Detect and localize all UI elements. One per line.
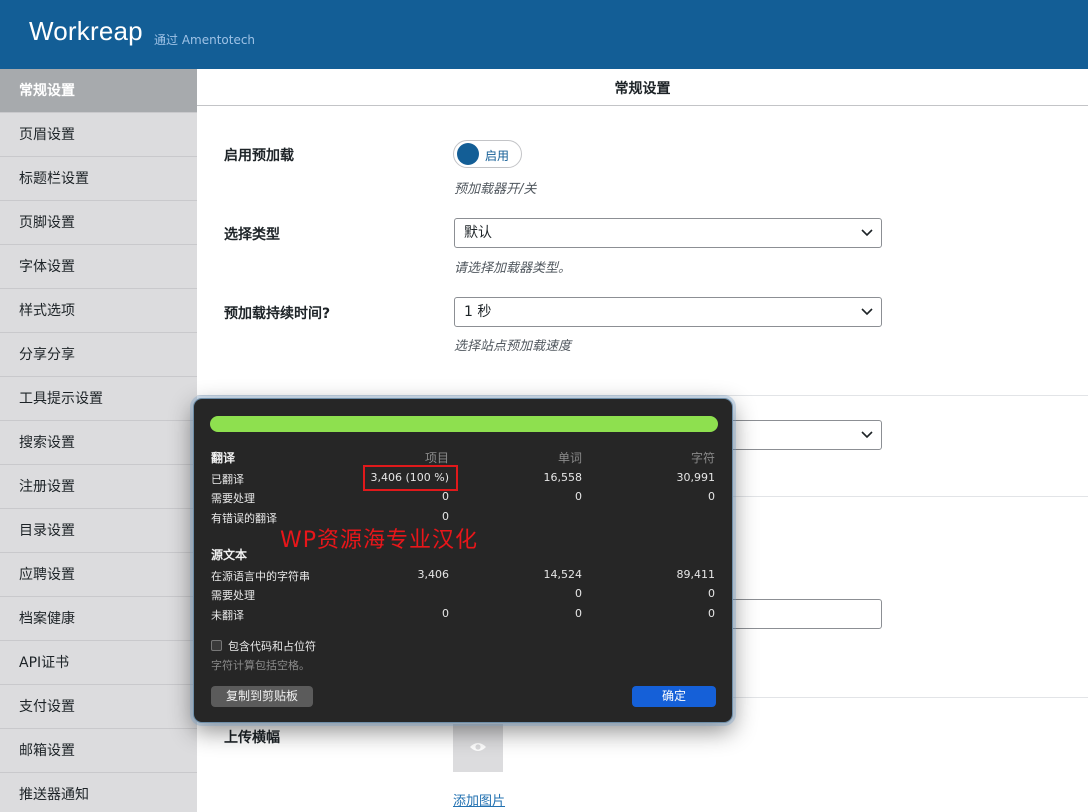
col-words: 单词 [557,451,582,465]
sidebar-item-share[interactable]: 分享分享 [0,333,197,377]
preloader-hint: 预加载器开/关 [454,182,537,197]
chevron-down-icon [861,308,873,316]
eye-icon [470,743,486,751]
duration-label: 预加载持续时间? [224,306,331,322]
main-header: 常规设置 [197,69,1088,106]
duration-hint: 选择站点预加载速度 [454,339,572,354]
with-errors-label: 有错误的翻译 [211,512,277,525]
type-select[interactable]: 默认 [454,218,882,248]
sidebar-item-fonts[interactable]: 字体设置 [0,245,197,289]
type-label: 选择类型 [224,227,280,243]
translated-chars: 30,991 [676,471,716,484]
translated-label: 已翻译 [211,473,244,486]
needs-work-chars: 0 [708,490,715,503]
sidebar-item-footer[interactable]: 页脚设置 [0,201,197,245]
translation-heading: 翻译 [211,451,236,465]
untranslated-chars: 0 [708,607,715,620]
toggle-knob [457,143,479,165]
needs-work-words: 0 [575,490,582,503]
source-needs-work-label: 需要处理 [211,589,255,602]
ok-button[interactable]: 确定 [632,686,716,707]
banner-preview[interactable] [453,724,503,772]
type-hint: 请选择加载器类型。 [454,261,572,276]
top-bar: Workreap 通过 Amentotech [0,0,1088,69]
sidebar-item-search[interactable]: 搜索设置 [0,421,197,465]
sidebar-item-titlebar[interactable]: 标题栏设置 [0,157,197,201]
preloader-label: 启用预加载 [224,148,294,164]
watermark-text: WP资源海专业汉化 [280,528,479,553]
sidebar-item-tooltips[interactable]: 工具提示设置 [0,377,197,421]
source-needs-work-words: 0 [575,587,582,600]
translated-words: 16,558 [543,471,583,484]
source-heading: 源文本 [211,548,248,562]
sidebar-item-header[interactable]: 页眉设置 [0,113,197,157]
sidebar-item-profile-health[interactable]: 档案健康 [0,597,197,641]
untranslated-label: 未翻译 [211,609,244,622]
include-code-checkbox[interactable] [211,640,222,651]
needs-work-label: 需要处理 [211,492,255,505]
sidebar-item-directory[interactable]: 目录设置 [0,509,197,553]
untranslated-words: 0 [575,607,582,620]
translation-progress-bar [210,416,718,432]
chevron-down-icon [861,229,873,237]
source-strings-chars: 89,411 [676,568,716,581]
sidebar-item-general[interactable]: 常规设置 [0,69,197,113]
sidebar-item-applications[interactable]: 应聘设置 [0,553,197,597]
banner-label: 上传横幅 [224,730,280,746]
section-divider [197,395,1088,396]
settings-sidebar: 常规设置 页眉设置 标题栏设置 页脚设置 字体设置 样式选项 分享分享 工具提示… [0,69,197,812]
sidebar-item-styles[interactable]: 样式选项 [0,289,197,333]
copy-to-clipboard-button[interactable]: 复制到剪贴板 [211,686,313,707]
needs-work-items: 0 [442,490,449,503]
chevron-down-icon [861,431,873,439]
source-needs-work-chars: 0 [708,587,715,600]
sidebar-item-email[interactable]: 邮箱设置 [0,729,197,773]
sidebar-item-push-notifications[interactable]: 推送器通知 [0,773,197,812]
sidebar-item-api[interactable]: API证书 [0,641,197,685]
col-items: 项目 [424,451,449,465]
duration-select-value: 1 秒 [464,304,492,320]
sidebar-item-payment[interactable]: 支付设置 [0,685,197,729]
source-strings-words: 14,524 [543,568,583,581]
red-highlight-box [363,465,458,491]
preloader-toggle[interactable]: 启用 [453,140,522,168]
source-strings-items: 3,406 [417,568,450,581]
brand-logo: Workreap [29,16,143,46]
page-title: 常规设置 [614,81,671,97]
chars-note: 字符计算包括空格。 [211,659,310,672]
include-code-label: 包含代码和占位符 [228,640,316,653]
toggle-text: 启用 [485,149,510,163]
type-select-value: 默认 [464,225,492,241]
untranslated-items: 0 [442,607,449,620]
translation-stats-dialog: 翻译 项目 单词 字符 已翻译 3,406 (100 %) 16,558 30,… [193,398,733,723]
add-image-link[interactable]: 添加图片 [453,790,505,809]
brand-subtitle: 通过 Amentotech [154,33,256,47]
duration-select[interactable]: 1 秒 [454,297,882,327]
sidebar-item-registration[interactable]: 注册设置 [0,465,197,509]
source-strings-label: 在源语言中的字符串 [211,570,310,583]
col-chars: 字符 [690,451,715,465]
